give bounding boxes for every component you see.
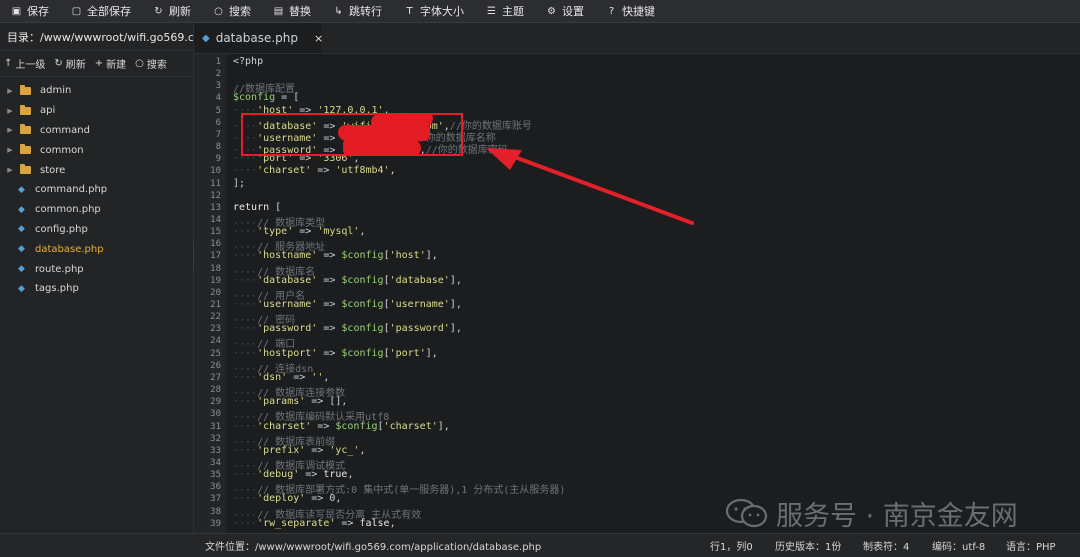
wechat-icon	[725, 498, 768, 528]
tab-size[interactable]: 制表符：4	[863, 534, 909, 557]
status-bar: 文件位置：/www/wwwroot/wifi.go569.com/applica…	[0, 533, 1080, 557]
history-versions[interactable]: 历史版本：1份	[775, 534, 841, 557]
cursor-position: 行1，列0	[710, 542, 753, 553]
language-mode[interactable]: 语言：PHP	[1006, 534, 1056, 557]
file-location: 文件位置：/www/wwwroot/wifi.go569.com/applica…	[205, 542, 542, 553]
annotation-arrow	[486, 148, 694, 225]
watermark: 服务号 · 南京金友网	[725, 495, 1018, 532]
encoding[interactable]: 编码：utf-8	[932, 534, 985, 557]
